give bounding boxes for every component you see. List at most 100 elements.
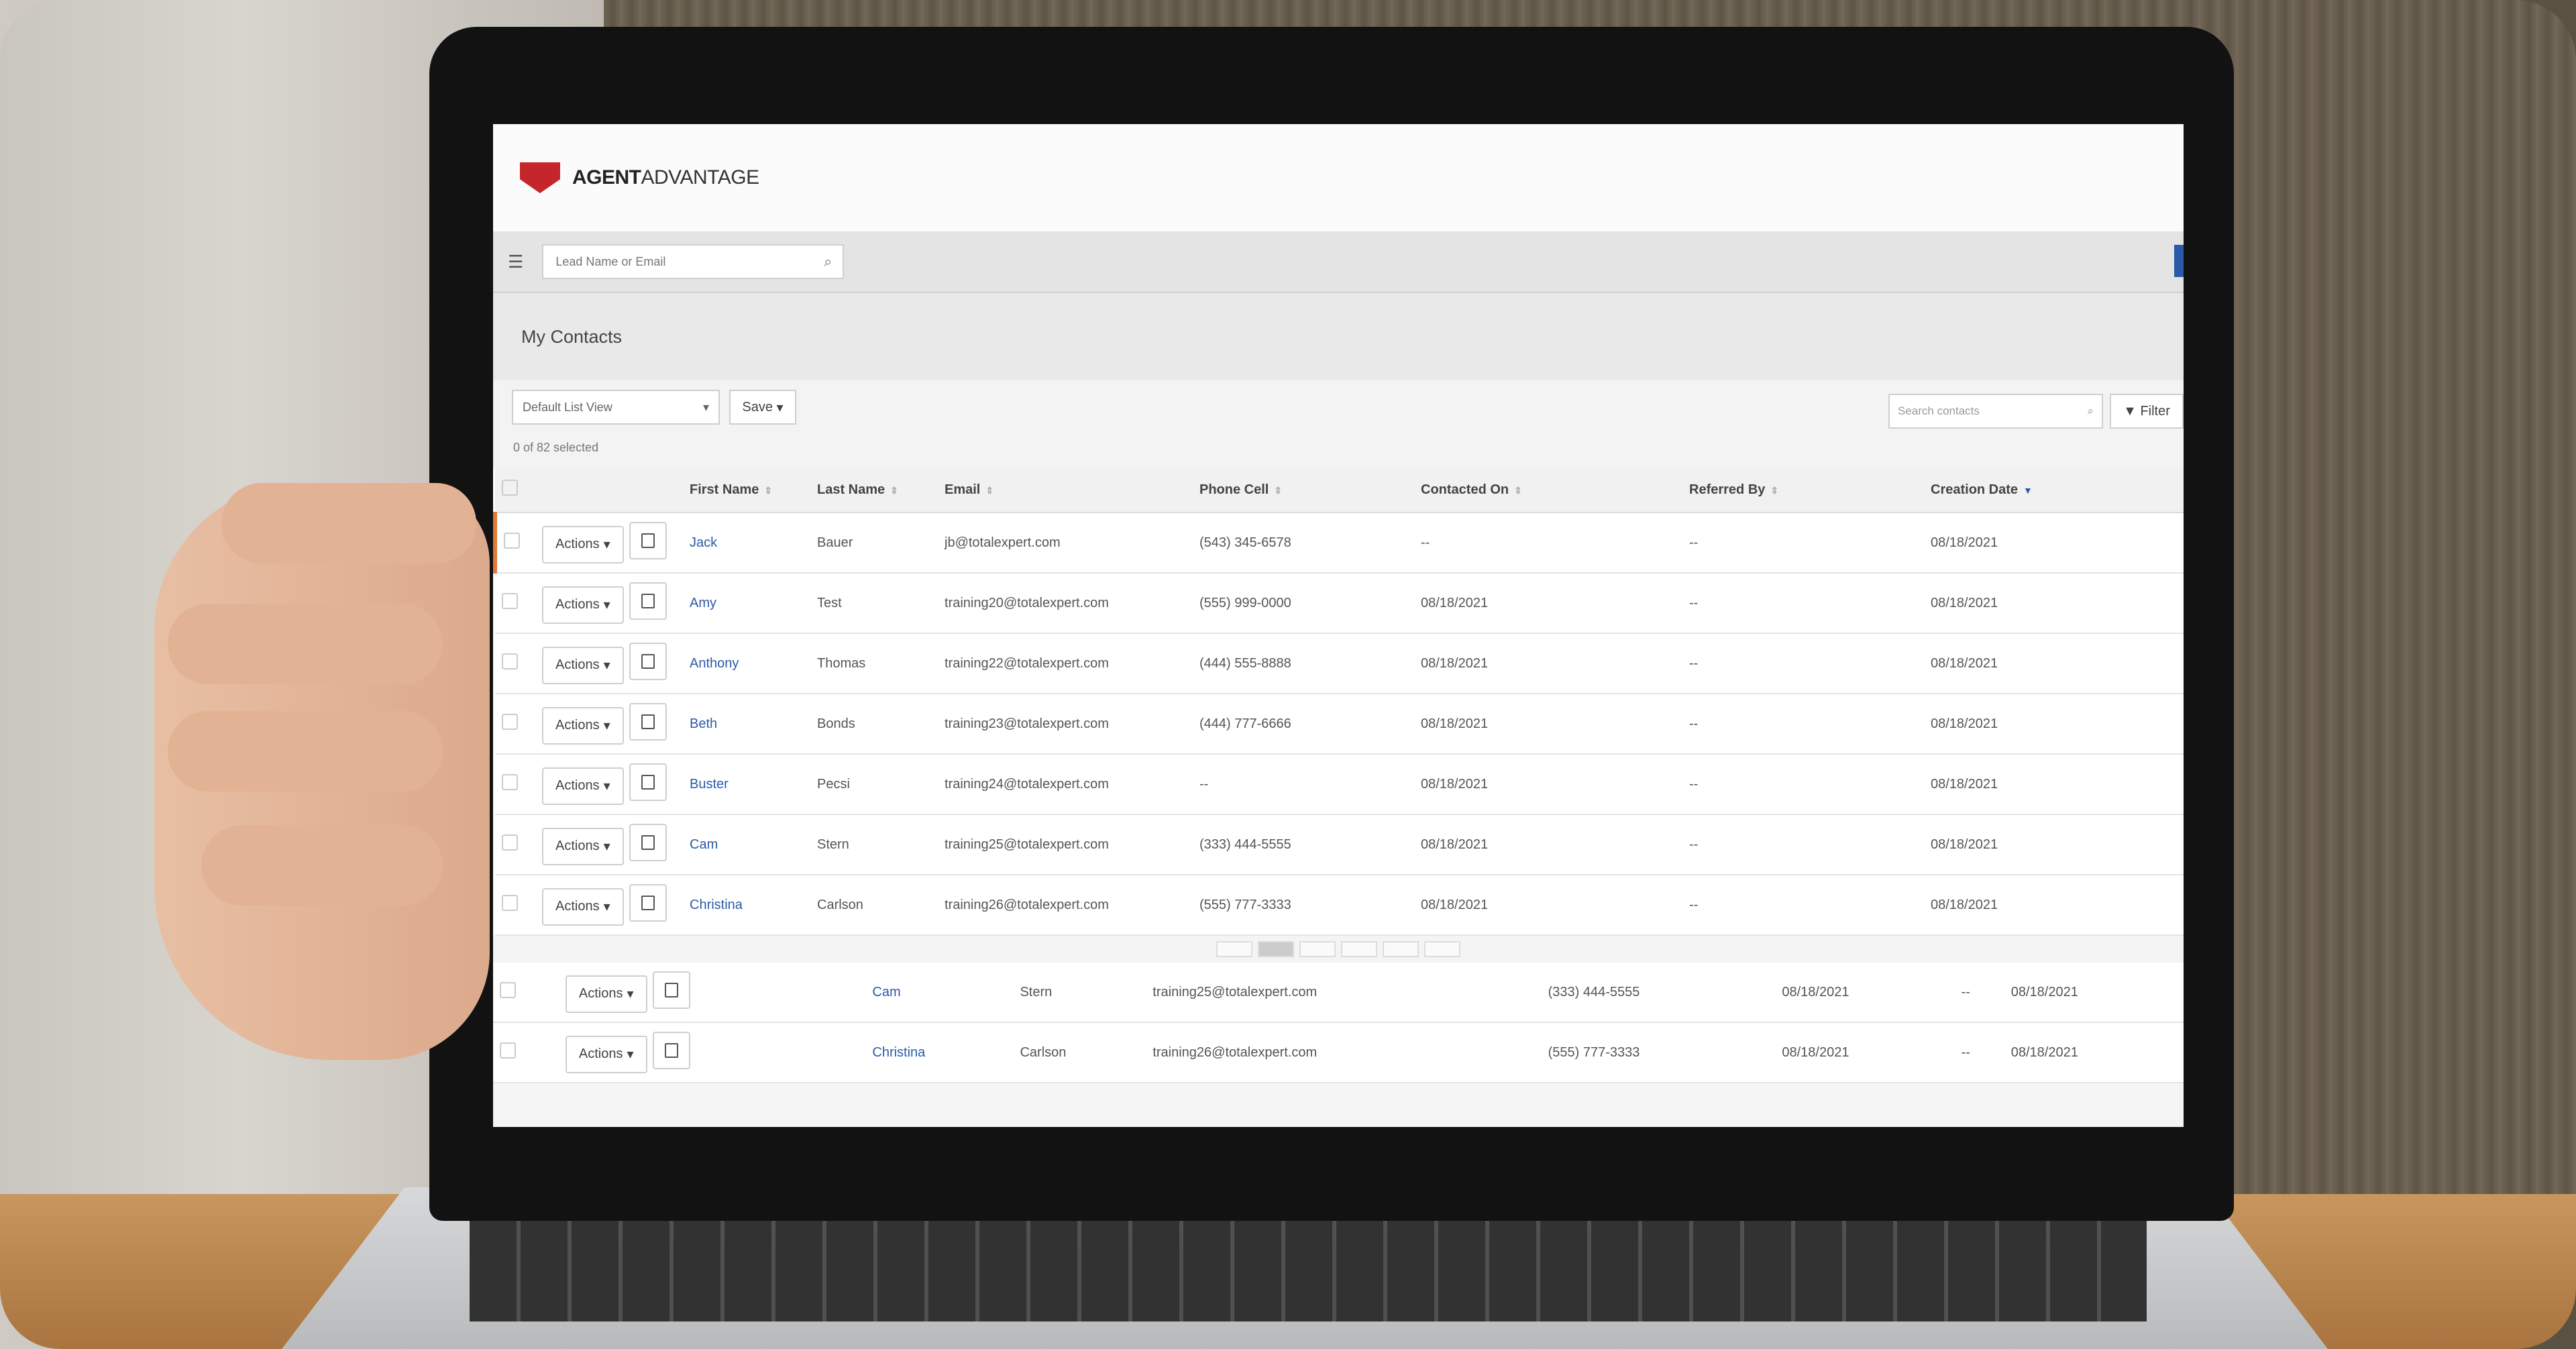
chevron-down-icon: ▾ [702, 400, 709, 414]
last-name-cell: Thomas [810, 633, 938, 694]
note-button[interactable] [652, 971, 690, 1010]
contacted-on-cell: 08/18/2021 [1775, 963, 1955, 1023]
header-contacted-on[interactable]: Contacted On ⇕ [1414, 468, 1682, 513]
row-actions-cell: Actions ▾ [535, 633, 683, 694]
email-cell: training26@totalexpert.com [938, 875, 1193, 936]
note-button[interactable] [652, 1032, 690, 1070]
finger [168, 711, 443, 792]
actions-dropdown-button[interactable]: Actions ▾ [542, 767, 624, 805]
phone-cell: (333) 444-5555 [1193, 814, 1414, 875]
phone-cell: (555) 999-0000 [1193, 573, 1414, 634]
row-checkbox[interactable] [493, 1022, 559, 1083]
first-name-link[interactable]: Amy [683, 573, 810, 634]
email-cell: training25@totalexpert.com [1146, 963, 1542, 1023]
row-actions-cell: Actions ▾ [558, 963, 866, 1023]
creation-date-cell: 08/18/2021 [1924, 573, 2184, 634]
row-checkbox[interactable] [495, 694, 535, 755]
row-checkbox[interactable] [495, 573, 535, 634]
brand-logo[interactable]: AGENTADVANTAGE [572, 166, 759, 189]
last-name-cell: Bonds [810, 694, 938, 755]
row-actions-cell: Actions ▾ [558, 1022, 866, 1083]
select-all-checkbox[interactable] [495, 468, 535, 513]
search-icon[interactable]: ⌕ [824, 253, 832, 270]
phone-cell: (444) 777-6666 [1193, 694, 1414, 755]
header-referred-by[interactable]: Referred By ⇕ [1682, 468, 1924, 513]
note-button[interactable] [629, 824, 667, 862]
save-button[interactable]: Save ▾ [729, 390, 796, 425]
header-first-name[interactable]: First Name ⇕ [683, 468, 810, 513]
last-name-cell: Pecsi [810, 754, 938, 815]
contacted-on-cell: -- [1414, 512, 1682, 574]
actions-dropdown-button[interactable]: Actions ▾ [542, 586, 624, 624]
email-cell: training20@totalexpert.com [938, 573, 1193, 634]
row-checkbox[interactable] [493, 512, 535, 574]
search-icon: ⌕ [2087, 404, 2094, 417]
note-button[interactable] [629, 522, 667, 560]
phone-cell: (333) 444-5555 [1541, 963, 1776, 1023]
email-cell: training25@totalexpert.com [938, 814, 1193, 875]
note-icon [641, 775, 655, 790]
actions-dropdown-button[interactable]: Actions ▾ [542, 646, 624, 684]
row-checkbox[interactable] [493, 963, 559, 1023]
first-name-link[interactable]: Christina [865, 1022, 1014, 1083]
creation-date-cell: 08/18/2021 [2004, 963, 2184, 1023]
menu-icon[interactable]: ☰ [508, 252, 523, 272]
filter-button[interactable]: ▼ Filter [2110, 394, 2184, 429]
actions-column-header [535, 468, 683, 513]
selected-count: 0 of 82 selected [513, 441, 599, 454]
header-last-name[interactable]: Last Name ⇕ [810, 468, 938, 513]
row-actions-cell: Actions ▾ [535, 875, 683, 936]
page-button[interactable] [1258, 941, 1294, 957]
creation-date-cell: 08/18/2021 [1924, 633, 2184, 694]
row-checkbox[interactable] [495, 754, 535, 815]
list-view-select[interactable]: Default List View ▾ [512, 390, 720, 425]
first-name-link[interactable]: Beth [683, 694, 810, 755]
actions-dropdown-button[interactable]: Actions ▾ [542, 525, 624, 563]
note-button[interactable] [629, 884, 667, 922]
lead-search-input[interactable] [554, 254, 812, 270]
referred-by-cell: -- [1682, 875, 1924, 936]
page-button[interactable] [1383, 941, 1419, 957]
actions-dropdown-button[interactable]: Actions ▾ [565, 1035, 647, 1073]
actions-dropdown-button[interactable]: Actions ▾ [542, 827, 624, 865]
chevron-down-icon: ▾ [603, 718, 610, 734]
first-name-link[interactable]: Anthony [683, 633, 810, 694]
row-checkbox[interactable] [495, 814, 535, 875]
lead-search-box[interactable]: ⌕ [542, 244, 845, 279]
first-name-link[interactable]: Buster [683, 754, 810, 815]
email-cell: training24@totalexpert.com [938, 754, 1193, 815]
row-checkbox[interactable] [495, 875, 535, 936]
sort-icon: ⇕ [985, 484, 994, 496]
header-phone-cell[interactable]: Phone Cell ⇕ [1193, 468, 1414, 513]
actions-dropdown-button[interactable]: Actions ▾ [542, 706, 624, 745]
page-button[interactable] [1341, 941, 1377, 957]
note-button[interactable] [629, 582, 667, 620]
actions-dropdown-button[interactable]: Actions ▾ [542, 887, 624, 926]
note-button[interactable] [629, 763, 667, 802]
first-name-link[interactable]: Cam [865, 963, 1014, 1023]
phone-cell: (543) 345-6578 [1193, 512, 1414, 574]
search-contacts-input[interactable]: Search contacts ⌕ [1888, 394, 2103, 429]
note-button[interactable] [629, 703, 667, 741]
phone-cell: (444) 555-8888 [1193, 633, 1414, 694]
table-row: Actions ▾ Amy Test training20@totalexpert.co… [495, 573, 2184, 634]
header-email[interactable]: Email ⇕ [938, 468, 1193, 513]
note-icon [641, 654, 655, 669]
contacted-on-cell: 08/18/2021 [1414, 633, 1682, 694]
page-button[interactable] [1424, 941, 1460, 957]
first-name-link[interactable]: Cam [683, 814, 810, 875]
side-tab[interactable] [2174, 245, 2184, 277]
row-checkbox[interactable] [495, 633, 535, 694]
page-button[interactable] [1216, 941, 1252, 957]
note-button[interactable] [629, 643, 667, 681]
first-name-link[interactable]: Jack [683, 512, 810, 574]
creation-date-cell: 08/18/2021 [1924, 694, 2184, 755]
email-cell: training22@totalexpert.com [938, 633, 1193, 694]
actions-dropdown-button[interactable]: Actions ▾ [565, 975, 647, 1013]
contacted-on-cell: 08/18/2021 [1775, 1022, 1955, 1083]
chevron-down-icon: ▾ [627, 987, 634, 1002]
first-name-link[interactable]: Christina [683, 875, 810, 936]
phone-cell: -- [1193, 754, 1414, 815]
header-creation-date[interactable]: Creation Date ▼ [1924, 468, 2184, 513]
page-button[interactable] [1299, 941, 1336, 957]
